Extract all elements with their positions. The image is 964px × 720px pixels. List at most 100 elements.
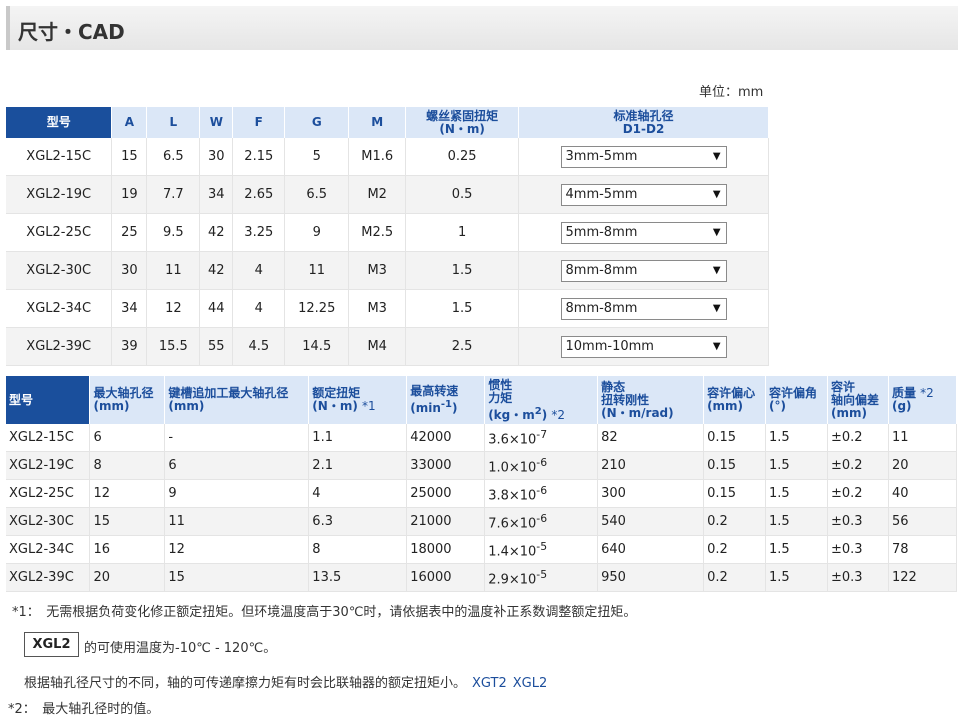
cell-model: XGL2-39C	[6, 327, 113, 366]
cell-inertia: 7.6×10-6	[484, 507, 599, 536]
model-badge: XGL2	[24, 632, 79, 657]
chevron-down-icon: ▼	[712, 302, 721, 314]
cell-model: XGL2-19C	[6, 175, 113, 214]
bore-select[interactable]: 5mm-8mm ▼	[560, 221, 727, 244]
cell-screw-torque: 0.25	[405, 138, 520, 176]
cell-model: XGL2-15C	[6, 424, 91, 452]
cell-screw-torque: 1	[405, 213, 520, 252]
col-mass: 质量 *2 (g)	[888, 376, 958, 424]
col-screw-torque: 螺丝紧固扭矩 (N・m)	[405, 107, 520, 138]
table-row: XGL2-19C 8 6 2.1 33000 1.0×10-6 210 0.15 1.5 ±0.2…	[6, 451, 958, 480]
cell-angle: 1.5	[765, 479, 828, 508]
cell-stiffness: 950	[597, 563, 705, 592]
inertia-exponent: -7	[536, 427, 548, 441]
inertia-exponent: -5	[536, 539, 548, 553]
bore-select[interactable]: 10mm-10mm ▼	[560, 335, 727, 358]
bore-select[interactable]: 3mm-5mm ▼	[560, 145, 727, 168]
col-g: G	[284, 107, 350, 138]
cell-bore: 8mm-8mm ▼	[518, 289, 769, 328]
cell-f: 4	[232, 251, 286, 290]
screw-torque-label: 螺丝紧固扭矩	[426, 108, 499, 123]
cell-model: XGL2-25C	[6, 213, 113, 252]
cell-max-bore: 6	[89, 424, 166, 452]
chevron-down-icon: ▼	[712, 150, 721, 162]
col-bore: 标准轴孔径 D1-D2	[518, 107, 769, 138]
cell-g: 9	[284, 213, 350, 252]
inertia-exponent: -6	[536, 511, 548, 525]
cell-stiffness: 640	[597, 535, 705, 564]
cell-bore: 8mm-8mm ▼	[518, 251, 769, 290]
cell-f: 4.5	[232, 327, 286, 366]
cell-model: XGL2-19C	[6, 451, 91, 480]
cell-a: 39	[111, 327, 148, 366]
cell-a: 19	[111, 175, 148, 214]
cell-rated-torque: 13.5	[308, 563, 408, 592]
inertia-base: 3.6×10	[488, 432, 537, 448]
cell-stiffness: 82	[597, 424, 705, 452]
page-title: 尺寸・CAD	[18, 20, 125, 44]
cell-model: XGL2-34C	[6, 535, 91, 564]
col-m: M	[348, 107, 407, 138]
table-header-row: 型号 最大轴孔径 (mm) 键槽追加工最大轴孔径 (mm) 额定扭矩 (N・m) *1…	[6, 376, 958, 424]
table-row: XGL2-30C 15 11 6.3 21000 7.6×10-6 540 0.2 1.5 ±0.…	[6, 507, 958, 536]
cell-l: 11	[146, 251, 201, 290]
cell-g: 12.25	[284, 289, 350, 328]
cell-g: 6.5	[284, 175, 350, 214]
cell-w: 44	[199, 289, 234, 328]
cell-axial: ±0.2	[827, 424, 889, 452]
bore-select-value: 8mm-8mm	[565, 262, 638, 278]
cell-w: 30	[199, 138, 234, 176]
bore-note: 根据轴孔径尺寸的不同，轴的可传递摩擦力矩有时会比联轴器的额定扭矩小。 XGT2 XG…	[24, 672, 547, 691]
col-keyway-bore: 键槽追加工最大轴孔径 (mm)	[164, 376, 310, 424]
cell-rated-torque: 6.3	[308, 507, 408, 536]
col-model: 型号	[6, 107, 113, 138]
inertia-base: 3.8×10	[488, 488, 537, 504]
col-model: 型号	[6, 376, 91, 424]
dimension-table: 型号 A L W F G M 螺丝紧固扭矩 (N・m) 标准轴孔径 D1-D2 …	[6, 107, 769, 366]
xgl2-link[interactable]: XGL2	[513, 676, 548, 691]
inertia-base: 7.6×10	[488, 516, 537, 532]
cell-bore: 5mm-8mm ▼	[518, 213, 769, 252]
table-row: XGL2-25C 25 9.5 42 3.25 9 M2.5 1 5mm-8mm ▼	[6, 213, 769, 252]
cell-max-bore: 12	[89, 479, 166, 508]
inertia-base: 2.9×10	[488, 572, 537, 588]
cell-angle: 1.5	[765, 507, 828, 536]
cell-keyway-bore: 9	[164, 479, 310, 508]
bore-select[interactable]: 4mm-5mm ▼	[560, 183, 727, 206]
chevron-down-icon: ▼	[712, 340, 721, 352]
cell-g: 14.5	[284, 327, 350, 366]
table-row: XGL2-34C 34 12 44 4 12.25 M3 1.5 8mm-8mm ▼	[6, 289, 769, 328]
cell-inertia: 3.8×10-6	[484, 479, 599, 508]
cell-mass: 56	[888, 507, 958, 536]
cell-bore: 3mm-5mm ▼	[518, 138, 769, 176]
col-angle: 容许偏角 (°)	[765, 376, 828, 424]
bore-select[interactable]: 8mm-8mm ▼	[560, 259, 727, 282]
col-axial: 容许 轴向偏差 (mm)	[827, 376, 889, 424]
cell-max-bore: 20	[89, 563, 166, 592]
footnote-2: *2： 最大轴孔径时的值。	[8, 702, 160, 717]
cell-inertia: 1.4×10-5	[484, 535, 599, 564]
cell-model: XGL2-15C	[6, 138, 113, 176]
chevron-down-icon: ▼	[712, 188, 721, 200]
xgt2-link[interactable]: XGT2	[472, 676, 507, 691]
cell-keyway-bore: 15	[164, 563, 310, 592]
cell-max-speed: 25000	[406, 479, 486, 508]
cell-inertia: 3.6×10-7	[484, 424, 599, 452]
cell-stiffness: 300	[597, 479, 705, 508]
cell-keyway-bore: 6	[164, 451, 310, 480]
col-inertia: 惯性 力矩 (kg・m2) *2	[484, 376, 599, 424]
cell-w: 55	[199, 327, 234, 366]
temperature-note: 的可使用温度为-10℃ - 120℃。	[84, 641, 277, 656]
cell-w: 34	[199, 175, 234, 214]
col-a: A	[111, 107, 148, 138]
bore-select[interactable]: 8mm-8mm ▼	[560, 297, 727, 320]
unit-label: 单位：mm	[699, 85, 764, 100]
table-row: XGL2-19C 19 7.7 34 2.65 6.5 M2 0.5 4mm-5mm ▼	[6, 175, 769, 214]
cell-stiffness: 540	[597, 507, 705, 536]
cell-mass: 122	[888, 563, 958, 592]
table-row: XGL2-15C 6-1.1 42000 3.6×10-7 82 0.15 1.5 ±0.2 1…	[6, 424, 958, 452]
cell-angle: 1.5	[765, 451, 828, 480]
cell-inertia: 2.9×10-5	[484, 563, 599, 592]
cell-max-speed: 16000	[406, 563, 486, 592]
cell-max-speed: 42000	[406, 424, 486, 452]
